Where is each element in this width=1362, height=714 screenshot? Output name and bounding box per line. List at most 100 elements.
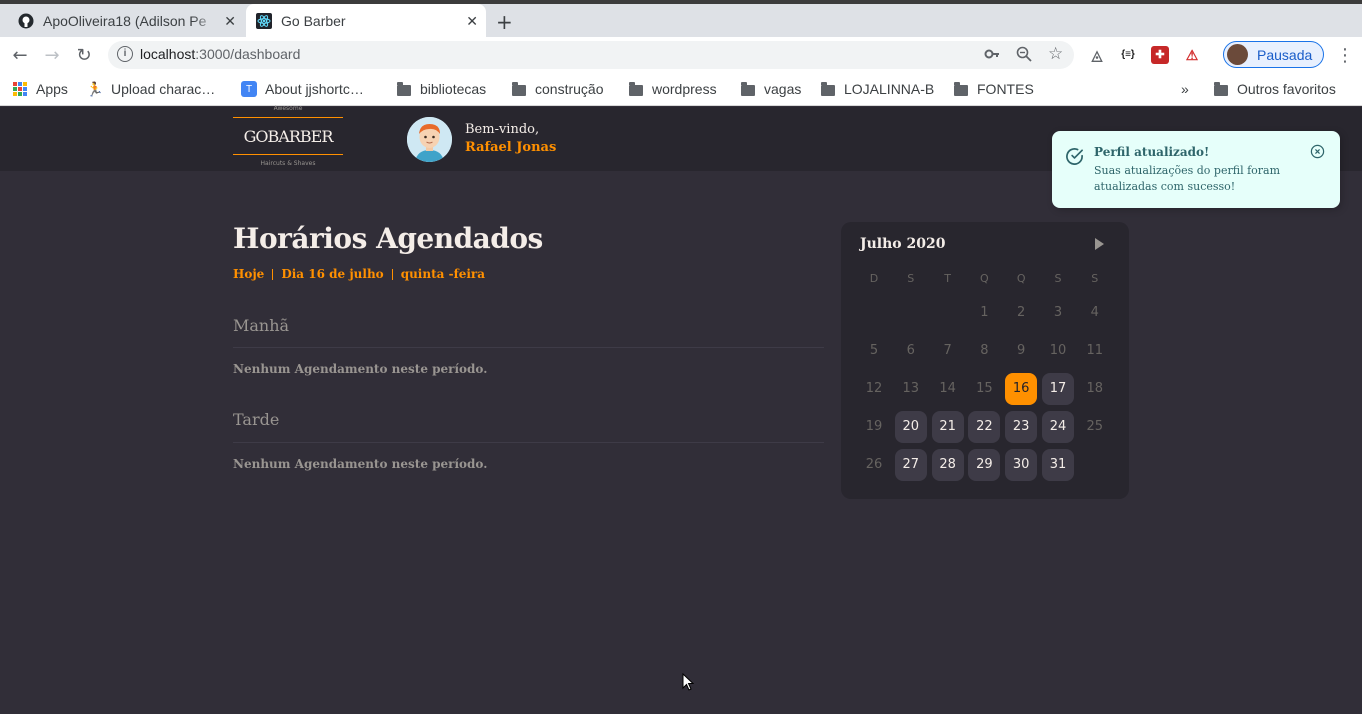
folder-icon — [628, 81, 644, 97]
back-icon[interactable]: ← — [10, 45, 30, 66]
new-tab-icon[interactable]: + — [496, 10, 513, 34]
close-tab-icon[interactable]: ✕ — [466, 13, 478, 30]
calendar-day[interactable]: 31 — [1042, 449, 1074, 481]
extension-drop-icon[interactable]: ◬ — [1088, 46, 1106, 64]
user-avatar[interactable] — [407, 117, 452, 162]
calendar-day[interactable]: 17 — [1042, 373, 1074, 405]
logo-wordmark: GOBARBER — [233, 117, 343, 155]
divider — [233, 347, 824, 348]
afternoon-empty-message: Nenhum Agendamento neste período. — [233, 457, 488, 471]
github-icon — [18, 13, 34, 29]
calendar-day[interactable]: 22 — [968, 411, 1001, 443]
calendar-day: 3 — [1053, 305, 1063, 320]
bookmark-label: wordpress — [652, 81, 717, 97]
mouse-cursor-icon — [682, 673, 694, 691]
bookmark-label: construção — [535, 81, 604, 97]
calendar-month-label: Julho 2020 — [860, 236, 946, 252]
calendar-day: 12 — [865, 381, 883, 396]
page-title: Horários Agendados — [233, 222, 543, 255]
calendar-day[interactable]: 29 — [968, 449, 1001, 481]
calendar-day: 9 — [1017, 343, 1026, 358]
date-label: Dia 16 de julho — [281, 267, 384, 281]
bookmark-folder-outros[interactable]: Outros favoritos — [1213, 79, 1336, 99]
forward-icon[interactable]: → — [42, 45, 62, 66]
avatar — [1227, 44, 1248, 65]
calendar-day[interactable]: 20 — [894, 411, 927, 443]
json-viewer-icon[interactable]: {≡} — [1119, 46, 1137, 64]
calendar-day: 1 — [980, 305, 989, 320]
weekday-header: Q — [980, 272, 989, 285]
folder-icon — [740, 81, 756, 97]
bookmark-folder-lojalinna[interactable]: LOJALINNA-B — [820, 79, 934, 99]
profile-label: Pausada — [1257, 46, 1313, 63]
tab-label: Go Barber — [281, 12, 346, 29]
bookmark-folder-bibliotecas[interactable]: bibliotecas — [396, 79, 486, 99]
toast-title: Perfil atualizado! — [1094, 145, 1210, 159]
url-text: localhost:3000/dashboard — [140, 46, 301, 62]
weekday-header: S — [1091, 272, 1099, 285]
calendar-day: 18 — [1086, 381, 1104, 396]
calendar-day: 19 — [865, 419, 883, 434]
calendar-day: 2 — [1017, 305, 1026, 320]
tab-go-barber[interactable]: Go Barber ✕ — [246, 4, 486, 37]
address-bar[interactable]: i localhost:3000/dashboard ☆ — [108, 41, 1074, 69]
separator — [391, 268, 393, 280]
extension-alert-icon[interactable]: ⚠ — [1183, 46, 1201, 64]
calendar-day: 11 — [1086, 343, 1104, 358]
key-icon[interactable] — [984, 46, 1000, 66]
check-circle-icon — [1066, 148, 1083, 165]
gobarber-logo[interactable]: Awesome GOBARBER Haircuts & Shaves — [233, 105, 343, 171]
bookmark-label: Outros favoritos — [1237, 81, 1336, 97]
info-icon[interactable]: i — [117, 46, 133, 62]
calendar-day: 8 — [980, 343, 989, 358]
profile-button[interactable]: Pausada — [1223, 41, 1324, 68]
calendar-day: 5 — [869, 343, 879, 358]
zoom-icon[interactable] — [1016, 46, 1032, 66]
user-name-link[interactable]: Rafael Jonas — [465, 140, 556, 155]
weekday-header: S — [1054, 272, 1062, 285]
calendar-day: 26 — [865, 457, 883, 472]
afternoon-section-title: Tarde — [233, 410, 280, 429]
bookmark-folder-construcao[interactable]: construção — [511, 79, 603, 99]
reload-icon[interactable]: ↻ — [74, 45, 94, 66]
folder-icon — [1213, 81, 1229, 97]
toast-description: Suas atualizações do perfil foram atuali… — [1094, 164, 1281, 193]
logo-subtitle: Haircuts & Shaves — [260, 160, 316, 167]
close-circle-icon[interactable] — [1310, 144, 1325, 159]
folder-icon — [953, 81, 969, 97]
bookmark-about[interactable]: T About jjshortc… — [241, 79, 364, 99]
calendar-day[interactable]: 30 — [1005, 449, 1038, 481]
folder-icon — [820, 81, 836, 97]
calendar-day: 7 — [943, 343, 952, 358]
calendar-day[interactable]: 23 — [1005, 411, 1038, 443]
tab-github[interactable]: ApoOliveira18 (Adilson Pe ✕ — [8, 4, 244, 37]
bookmark-folder-fontes[interactable]: FONTES — [953, 79, 1034, 99]
bookmark-label: Apps — [36, 81, 68, 97]
calendar-day[interactable]: 28 — [931, 449, 964, 481]
more-bookmarks-button[interactable]: » — [1181, 79, 1189, 99]
bookmark-label: About jjshortc… — [265, 81, 364, 97]
bookmark-label: bibliotecas — [420, 81, 487, 97]
next-month-icon[interactable] — [1095, 238, 1104, 250]
weekday-header: S — [907, 272, 915, 285]
extension-puzzle-icon[interactable]: ✚ — [1151, 46, 1169, 64]
calendar-day-selected[interactable]: 16 — [1005, 373, 1038, 405]
bookmark-folder-vagas[interactable]: vagas — [740, 79, 801, 99]
close-tab-icon[interactable]: ✕ — [224, 13, 236, 30]
bookmark-label: Upload charac… — [111, 81, 216, 97]
bookmark-folder-wordpress[interactable]: wordpress — [628, 79, 717, 99]
calendar-day[interactable]: 21 — [931, 411, 964, 443]
calendar-day: 10 — [1049, 343, 1067, 358]
chevron-double-icon: » — [1181, 81, 1189, 97]
star-icon[interactable]: ☆ — [1048, 44, 1063, 64]
runner-icon: 🏃 — [86, 80, 104, 97]
apps-icon — [12, 81, 28, 97]
bookmarks-bar: Apps 🏃 Upload charac… T About jjshortc… … — [0, 73, 1362, 106]
react-icon — [256, 12, 272, 29]
separator — [272, 268, 274, 280]
calendar-day[interactable]: 27 — [894, 449, 927, 481]
bookmark-upload[interactable]: 🏃 Upload charac… — [86, 79, 216, 99]
calendar-day[interactable]: 24 — [1042, 411, 1074, 443]
bookmark-apps[interactable]: Apps — [12, 79, 68, 99]
menu-icon[interactable]: ⋮ — [1336, 45, 1354, 66]
